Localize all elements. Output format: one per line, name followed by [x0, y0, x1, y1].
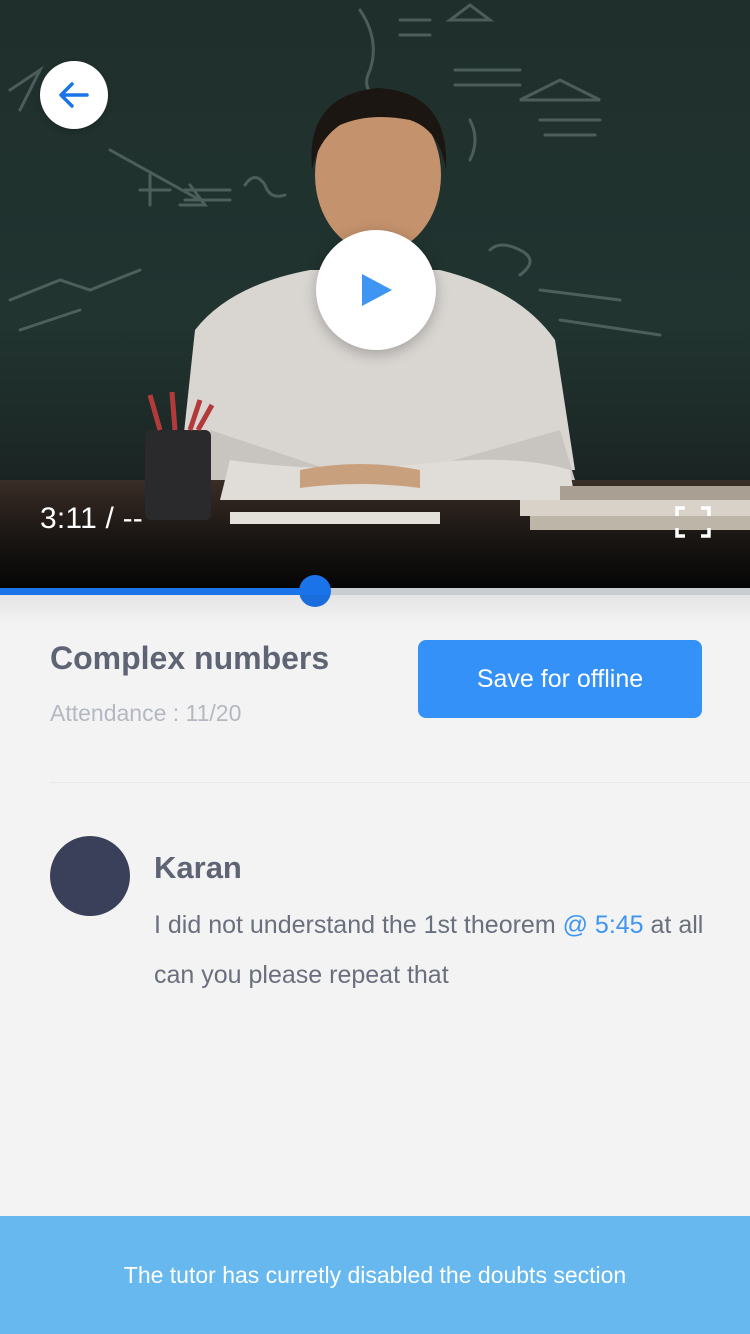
avatar	[50, 836, 130, 916]
comment-timestamp-link[interactable]: @ 5:45	[563, 911, 644, 939]
fullscreen-icon	[675, 506, 711, 538]
video-progress-bar[interactable]	[0, 575, 750, 607]
lesson-title: Complex numbers	[50, 640, 330, 676]
play-button[interactable]	[316, 230, 436, 350]
comment-text: I did not understand the 1st theorem @ 5…	[154, 900, 714, 1000]
comment-text-start: I did not understand the 1st theorem	[154, 911, 563, 939]
divider	[50, 782, 750, 783]
fullscreen-button[interactable]	[675, 506, 711, 538]
video-player[interactable]: 3:11 / --	[0, 0, 750, 590]
progress-fill	[0, 588, 315, 595]
back-button[interactable]	[40, 61, 108, 129]
play-icon	[362, 274, 392, 306]
comment-author: Karan	[154, 850, 242, 885]
playback-time: 3:11 / --	[40, 502, 143, 535]
doubts-disabled-banner: The tutor has curretly disabled the doub…	[0, 1216, 750, 1334]
banner-message: The tutor has curretly disabled the doub…	[123, 1261, 627, 1288]
arrow-left-icon	[59, 82, 89, 108]
attendance-count: Attendance : 11/20	[50, 700, 242, 726]
save-offline-button[interactable]: Save for offline	[418, 640, 702, 718]
content-shadow	[0, 595, 750, 625]
